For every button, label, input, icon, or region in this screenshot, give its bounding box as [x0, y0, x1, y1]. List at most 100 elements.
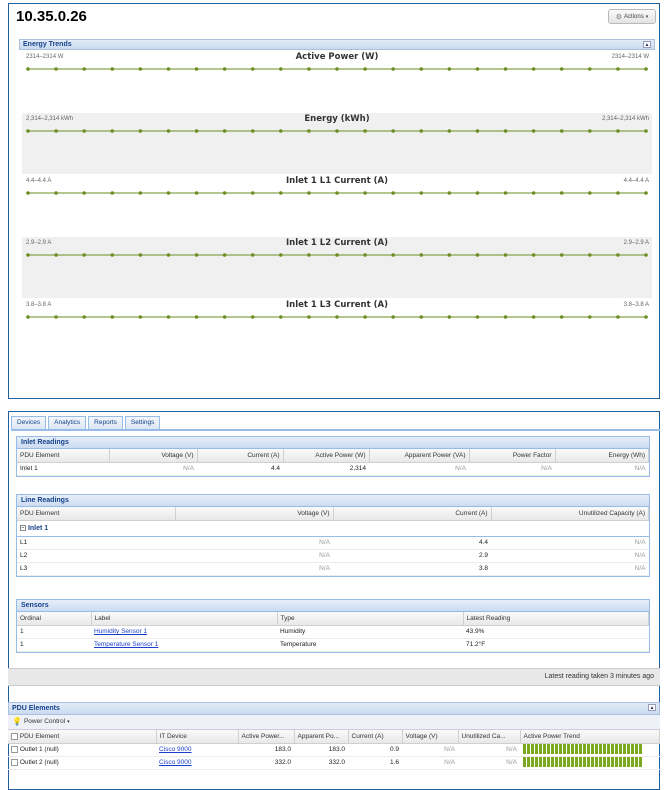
- data-point[interactable]: [26, 129, 30, 133]
- data-point[interactable]: [391, 253, 395, 257]
- it-device-link[interactable]: Cisco 9000: [159, 746, 192, 753]
- column-header[interactable]: Energy (Wh): [555, 449, 649, 463]
- data-point[interactable]: [503, 129, 508, 133]
- data-point[interactable]: [279, 129, 283, 133]
- tab-analytics[interactable]: Analytics: [48, 416, 87, 429]
- column-header[interactable]: Voltage (V): [175, 507, 334, 521]
- data-point[interactable]: [222, 191, 227, 195]
- data-point[interactable]: [447, 191, 452, 195]
- power-control-menu[interactable]: Power Control: [24, 715, 65, 729]
- data-point[interactable]: [222, 253, 227, 257]
- data-point[interactable]: [54, 191, 58, 195]
- data-point[interactable]: [82, 67, 86, 71]
- data-point[interactable]: [110, 129, 115, 133]
- column-header[interactable]: Active Power Trend: [520, 730, 660, 744]
- data-point[interactable]: [138, 191, 143, 195]
- table-row[interactable]: Outlet 2 (null) Cisco 9000 332.0 332.0 1…: [8, 756, 660, 770]
- data-point[interactable]: [588, 129, 592, 133]
- select-all-checkbox[interactable]: [11, 732, 18, 740]
- data-point[interactable]: [419, 315, 424, 319]
- data-point[interactable]: [503, 191, 508, 195]
- data-point[interactable]: [335, 191, 339, 195]
- data-point[interactable]: [307, 315, 311, 319]
- table-row[interactable]: L1 N/A 4.4 N/A: [17, 536, 649, 550]
- column-header[interactable]: Type: [277, 612, 464, 626]
- data-point[interactable]: [82, 253, 86, 257]
- group-row[interactable]: − Inlet 1: [17, 520, 649, 537]
- data-point[interactable]: [138, 67, 143, 71]
- data-point[interactable]: [54, 67, 58, 71]
- data-point[interactable]: [559, 67, 564, 71]
- data-point[interactable]: [194, 253, 199, 257]
- data-point[interactable]: [616, 67, 620, 71]
- data-point[interactable]: [531, 191, 536, 195]
- data-point[interactable]: [644, 191, 648, 195]
- column-header[interactable]: PDU Element: [17, 449, 110, 463]
- data-point[interactable]: [363, 191, 367, 195]
- data-point[interactable]: [588, 191, 592, 195]
- table-row[interactable]: Outlet 1 (null) Cisco 9000 183.0 183.0 0…: [8, 743, 660, 757]
- data-point[interactable]: [419, 191, 424, 195]
- column-header[interactable]: Voltage (V): [402, 730, 459, 744]
- data-point[interactable]: [391, 191, 395, 195]
- data-point[interactable]: [644, 315, 648, 319]
- collapse-icon[interactable]: ▲: [648, 704, 656, 711]
- column-header[interactable]: Label: [91, 612, 278, 626]
- column-header[interactable]: Apparent Po...: [294, 730, 349, 744]
- data-point[interactable]: [82, 191, 86, 195]
- table-row[interactable]: L2 N/A 2.9 N/A: [17, 549, 649, 563]
- data-point[interactable]: [307, 253, 311, 257]
- data-point[interactable]: [26, 315, 30, 319]
- data-point[interactable]: [475, 129, 480, 133]
- data-point[interactable]: [307, 67, 311, 71]
- data-point[interactable]: [166, 253, 171, 257]
- data-point[interactable]: [250, 315, 255, 319]
- data-point[interactable]: [644, 67, 648, 71]
- data-point[interactable]: [419, 67, 424, 71]
- data-point[interactable]: [250, 67, 255, 71]
- data-point[interactable]: [307, 191, 311, 195]
- data-point[interactable]: [503, 67, 508, 71]
- data-point[interactable]: [26, 191, 30, 195]
- data-point[interactable]: [82, 129, 86, 133]
- column-header[interactable]: Current (A): [197, 449, 284, 463]
- data-point[interactable]: [166, 67, 171, 71]
- data-point[interactable]: [138, 315, 143, 319]
- data-point[interactable]: [110, 253, 115, 257]
- data-point[interactable]: [82, 315, 86, 319]
- column-header[interactable]: IT Device: [156, 730, 239, 744]
- table-row[interactable]: 1 Humidity Sensor 1 Humidity 43.9%: [17, 625, 649, 639]
- data-point[interactable]: [391, 315, 395, 319]
- tab-devices[interactable]: Devices: [11, 416, 47, 429]
- data-point[interactable]: [166, 129, 171, 133]
- data-point[interactable]: [250, 191, 255, 195]
- data-point[interactable]: [531, 129, 536, 133]
- data-point[interactable]: [279, 253, 283, 257]
- data-point[interactable]: [588, 67, 592, 71]
- data-point[interactable]: [475, 253, 480, 257]
- data-point[interactable]: [110, 191, 115, 195]
- data-point[interactable]: [279, 191, 283, 195]
- column-header[interactable]: PDU Element: [17, 507, 176, 521]
- data-point[interactable]: [475, 67, 480, 71]
- data-point[interactable]: [363, 129, 367, 133]
- data-point[interactable]: [279, 315, 283, 319]
- column-header[interactable]: Active Power...: [238, 730, 295, 744]
- column-header[interactable]: Ordinal: [17, 612, 92, 626]
- data-point[interactable]: [503, 253, 508, 257]
- column-header[interactable]: Active Power (W): [283, 449, 370, 463]
- data-point[interactable]: [335, 253, 339, 257]
- data-point[interactable]: [391, 129, 395, 133]
- data-point[interactable]: [503, 315, 508, 319]
- collapse-group-icon[interactable]: −: [20, 524, 26, 531]
- row-checkbox[interactable]: [11, 758, 18, 766]
- tab-settings[interactable]: Settings: [124, 416, 161, 429]
- data-point[interactable]: [194, 67, 199, 71]
- column-header[interactable]: Apparent Power (VA): [369, 449, 470, 463]
- table-row[interactable]: 1 Temperature Sensor 1 Temperature 71.2°…: [17, 638, 649, 652]
- data-point[interactable]: [616, 253, 620, 257]
- data-point[interactable]: [194, 129, 199, 133]
- data-point[interactable]: [138, 129, 143, 133]
- data-point[interactable]: [616, 315, 620, 319]
- data-point[interactable]: [335, 315, 339, 319]
